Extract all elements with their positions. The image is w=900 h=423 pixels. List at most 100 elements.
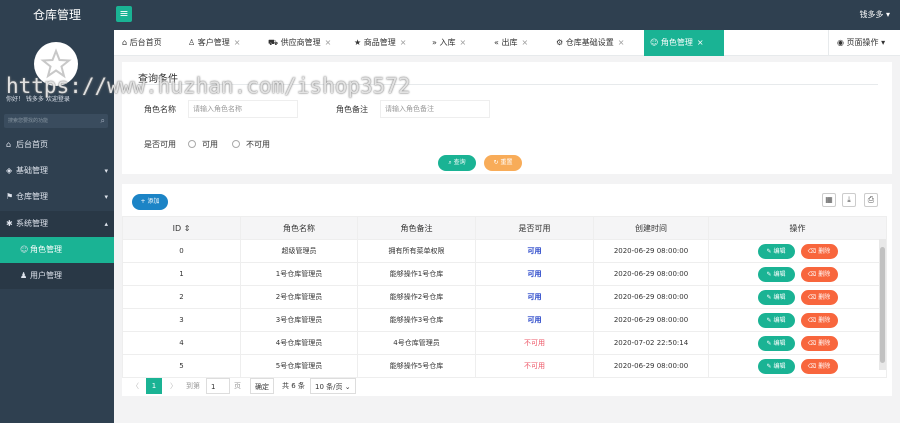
tab-warehouse-settings[interactable]: ⚙ 仓库基础设置 × — [550, 30, 644, 56]
cell-role-remark: 拥有所有菜单权限 — [357, 239, 476, 263]
sidebar-item-label: 角色管理 — [30, 245, 62, 254]
pencil-icon: ✎ — [766, 293, 772, 301]
pencil-icon: ✎ — [766, 247, 772, 255]
add-button[interactable]: + 添加 — [132, 194, 168, 210]
role-remark-input[interactable]: 请输入角色备注 — [380, 100, 490, 118]
delete-button[interactable]: ⌫ 删除 — [800, 358, 838, 374]
tab-product[interactable]: ★ 商品管理 × — [348, 30, 426, 56]
hamburger-icon[interactable]: ≡ — [116, 6, 132, 22]
close-icon[interactable]: × — [697, 38, 704, 47]
tab-label: 客户管理 — [197, 38, 230, 47]
total-count: 共 6 条 — [282, 382, 305, 390]
caret-down-icon: ▾ — [104, 193, 108, 201]
cell-actions: ✎ 编辑 ⌫ 删除 — [708, 239, 887, 263]
sidebar-search-placeholder: 搜索您要找的功能 — [8, 118, 49, 124]
search-button[interactable]: ⌕ 查询 — [438, 155, 476, 171]
edit-button[interactable]: ✎ 编辑 — [757, 335, 795, 351]
reset-button[interactable]: ↻ 重置 — [484, 155, 522, 171]
radio-available-no[interactable]: 不可用 — [232, 139, 270, 150]
page-size-select[interactable]: 10 条/页 ⌄ — [310, 378, 356, 394]
column-header-role-name: 角色名称 — [240, 216, 358, 240]
radio-available-yes[interactable]: 可用 — [188, 139, 218, 150]
delete-button[interactable]: ⌫ 删除 — [800, 243, 838, 259]
table-row: 2 2号仓库管理员 能够操作2号仓库 可用 2020-06-29 08:00:00 ✎ 编… — [122, 285, 887, 309]
home-icon: ⌂ — [122, 38, 128, 47]
cell-id: 5 — [122, 354, 241, 378]
sidebar-item-warehouse[interactable]: ⚑ 仓库管理 ▾ — [0, 184, 114, 210]
edit-button[interactable]: ✎ 编辑 — [757, 266, 795, 282]
sort-icon[interactable]: ⇕ — [184, 224, 191, 233]
cell-available: 不可用 — [475, 331, 594, 355]
goto-page-input[interactable]: 1 — [206, 378, 230, 394]
cell-available: 可用 — [475, 308, 594, 332]
add-button-label: 添加 — [147, 198, 160, 205]
goto-label: 到第 — [186, 382, 200, 390]
home-icon: ⌂ — [6, 140, 12, 149]
radio-label: 不可用 — [246, 140, 270, 149]
tab-label: 供应商管理 — [280, 38, 321, 47]
cell-id: 3 — [122, 308, 241, 332]
cell-created: 2020-06-29 08:00:00 — [593, 354, 709, 378]
delete-button[interactable]: ⌫ 删除 — [800, 266, 838, 282]
tab-supplier[interactable]: ⛟ 供应商管理 × — [262, 30, 348, 56]
sidebar-item-user-management[interactable]: ♟ 用户管理 — [0, 263, 114, 289]
cell-created: 2020-07-02 22:50:14 — [593, 331, 709, 355]
tab-label: 出库 — [501, 38, 518, 47]
delete-button-label: 删除 — [818, 247, 831, 255]
export-icon[interactable]: ⤓ — [842, 193, 856, 207]
tab-home[interactable]: ⌂ 后台首页 — [116, 30, 182, 56]
close-icon[interactable]: × — [234, 38, 241, 47]
user-menu[interactable]: 钱多多 ▾ — [859, 0, 890, 30]
cube-icon: ◈ — [6, 166, 13, 175]
gear-icon: ⚙ — [556, 38, 564, 47]
table-row: 3 3号仓库管理员 能够操作3号仓库 可用 2020-06-29 08:00:00 ✎ 编… — [122, 308, 887, 332]
column-header-id[interactable]: ID ⇕ — [122, 216, 241, 240]
page-operations-menu[interactable]: ◉ 页面操作 ▾ — [828, 30, 900, 56]
edit-button[interactable]: ✎ 编辑 — [757, 358, 795, 374]
delete-button[interactable]: ⌫ 删除 — [800, 312, 838, 328]
edit-button-label: 编辑 — [773, 339, 786, 347]
search-icon[interactable]: ⌕ — [101, 115, 105, 127]
sidebar-item-role-management[interactable]: ☺ 角色管理 — [0, 237, 114, 263]
column-header-actions: 操作 — [708, 216, 887, 240]
page-number-current[interactable]: 1 — [146, 378, 162, 394]
close-icon[interactable]: × — [618, 38, 625, 47]
sidebar-search-input[interactable]: 搜索您要找的功能 ⌕ — [4, 114, 108, 128]
close-icon[interactable]: × — [459, 38, 466, 47]
sidebar-item-basic[interactable]: ◈ 基础管理 ▾ — [0, 158, 114, 184]
tab-role-management[interactable]: ☺ 角色管理 × — [644, 30, 724, 56]
role-remark-label: 角色备注 — [336, 105, 368, 114]
edit-button[interactable]: ✎ 编辑 — [757, 312, 795, 328]
cell-role-name: 1号仓库管理员 — [240, 262, 358, 286]
cell-id: 2 — [122, 285, 241, 309]
close-icon[interactable]: × — [400, 38, 407, 47]
delete-button[interactable]: ⌫ 删除 — [800, 289, 838, 305]
grid-icon[interactable]: ▦ — [822, 193, 836, 207]
edit-button[interactable]: ✎ 编辑 — [757, 289, 795, 305]
delete-button[interactable]: ⌫ 删除 — [800, 335, 838, 351]
prev-page-button[interactable]: 〈 — [132, 378, 144, 394]
role-name-input[interactable]: 请输入角色名称 — [188, 100, 298, 118]
close-icon[interactable]: × — [521, 38, 528, 47]
cell-available: 可用 — [475, 239, 594, 263]
target-icon: ◉ — [837, 38, 844, 47]
cell-actions: ✎ 编辑 ⌫ 删除 — [708, 308, 887, 332]
sidebar-item-system[interactable]: ✱ 系统管理 ▴ — [0, 211, 114, 237]
sidebar-item-home[interactable]: ⌂ 后台首页 — [0, 132, 114, 158]
print-icon[interactable]: ⎙ — [864, 193, 878, 207]
role-table: ID ⇕ 角色名称 角色备注 是否可用 创建时间 操作 0 超级管理员 拥有所有菜单… — [122, 216, 887, 378]
tab-inbound[interactable]: » 入库 × — [426, 30, 488, 56]
table-scrollbar[interactable] — [879, 239, 886, 370]
sidebar-item-label: 系统管理 — [16, 219, 48, 228]
next-page-button[interactable]: 〉 — [170, 378, 182, 394]
tab-customer[interactable]: ♙ 客户管理 × — [182, 30, 262, 56]
table-row: 1 1号仓库管理员 能够操作1号仓库 可用 2020-06-29 08:00:00 ✎ 编… — [122, 262, 887, 286]
edit-button[interactable]: ✎ 编辑 — [757, 243, 795, 259]
cell-role-remark: 能够操作3号仓库 — [357, 308, 476, 332]
scrollbar-thumb[interactable] — [880, 247, 885, 363]
goto-confirm-button[interactable]: 确定 — [250, 378, 274, 394]
close-icon[interactable]: × — [325, 38, 332, 47]
cell-created: 2020-06-29 08:00:00 — [593, 285, 709, 309]
tab-outbound[interactable]: « 出库 × — [488, 30, 550, 56]
sidebar-item-label: 仓库管理 — [16, 192, 48, 201]
